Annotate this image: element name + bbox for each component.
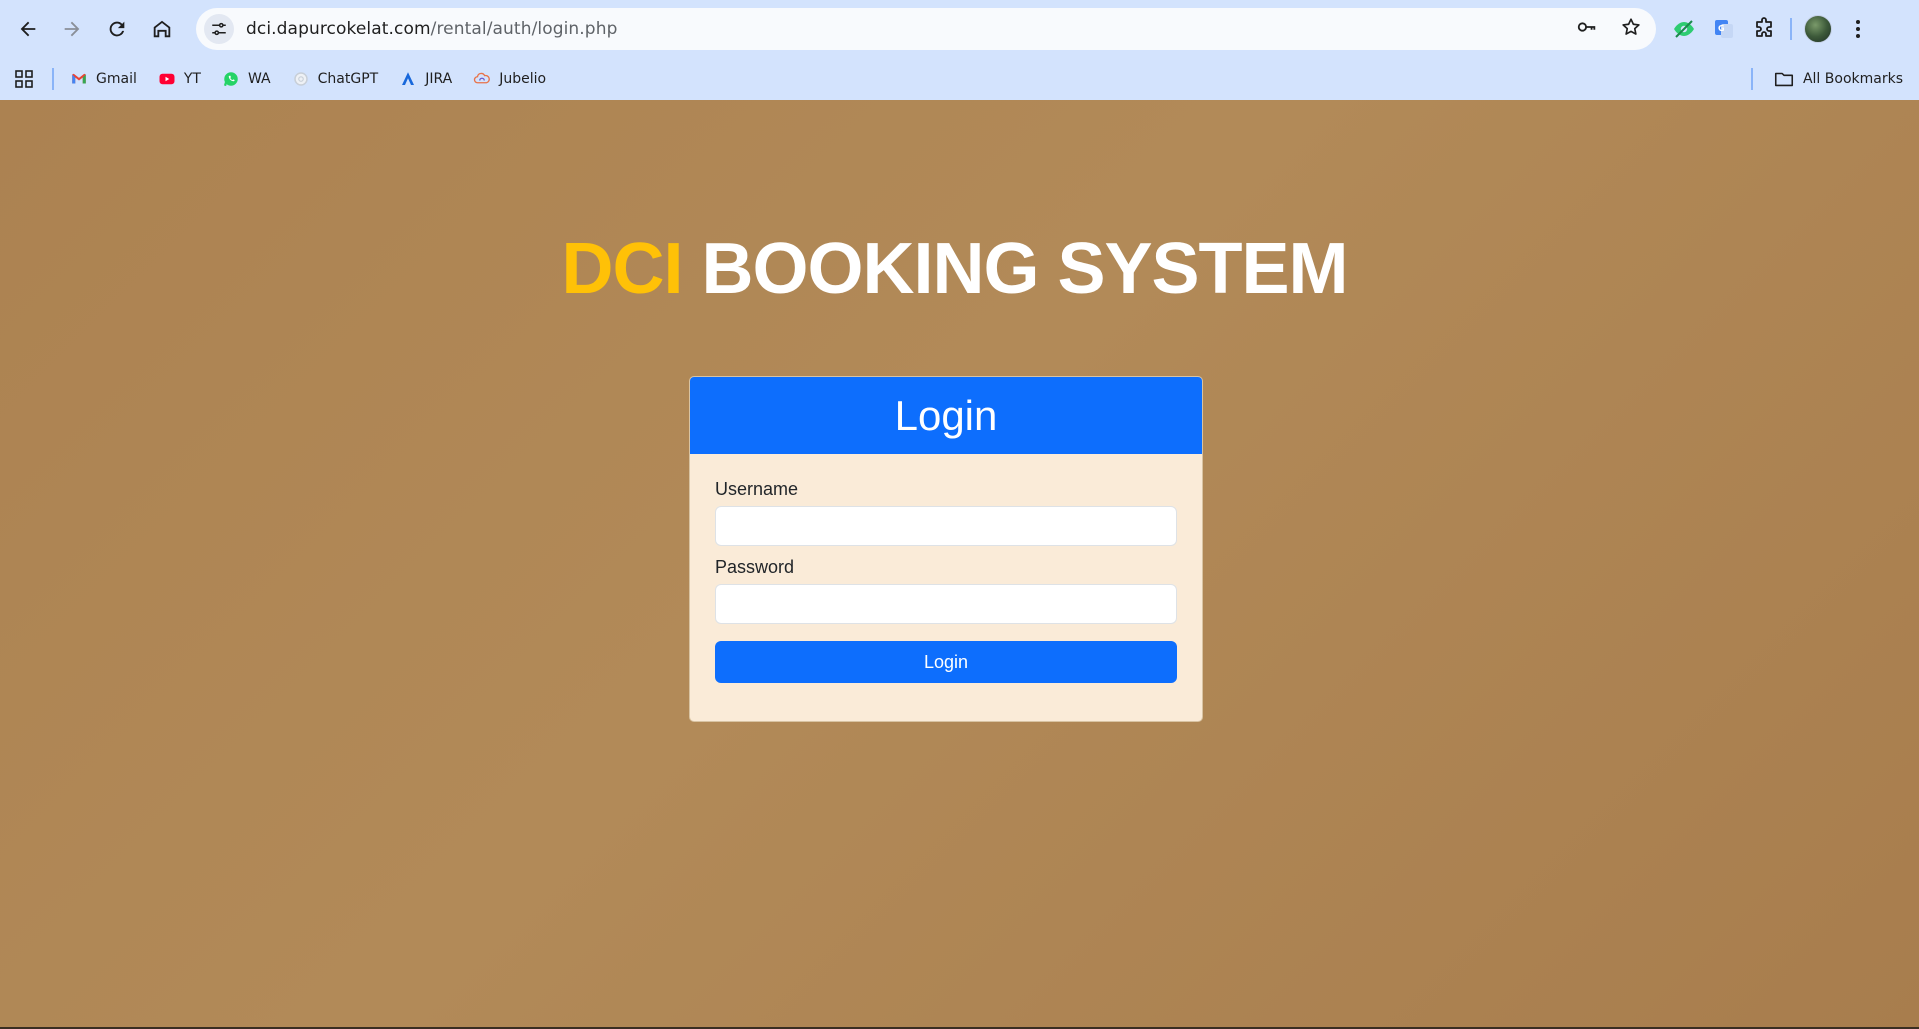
login-button[interactable]: Login [715,641,1177,683]
profile-button[interactable] [1798,9,1838,49]
avatar [1804,15,1832,43]
gmail-icon [72,73,86,84]
forward-button[interactable] [56,13,88,45]
reload-button[interactable] [101,13,133,45]
arrow-right-icon [64,21,80,37]
jira-icon [402,72,415,85]
home-button[interactable] [146,13,178,45]
bookmarks-divider-right [1750,68,1753,90]
bookmark-star-button[interactable] [1620,16,1642,43]
arrow-left-icon [20,21,36,37]
svg-text:G: G [1718,24,1725,33]
address-bar[interactable]: dci.dapurcokelat.com/rental/auth/login.p… [196,8,1656,50]
google-translate-icon: G [1715,20,1733,38]
apps-grid-icon [15,70,33,88]
bookmark-label: YT [183,71,201,87]
home-icon [153,20,171,38]
jubelio-icon [474,72,491,84]
google-translate-button[interactable]: G [1704,9,1744,49]
whatsapp-icon [223,72,238,87]
browser-menu-button[interactable] [1838,9,1878,49]
eye-extension-icon [1674,20,1694,38]
page-title: DCI BOOKING SYSTEM [0,228,1914,310]
password-key-button[interactable] [1576,16,1598,43]
youtube-icon [159,73,175,85]
password-label: Password [715,557,795,577]
apps-button[interactable] [14,69,34,89]
bookmark-label: Jubelio [499,71,547,87]
bookmark-label: ChatGPT [317,71,379,87]
toolbar-divider [1790,18,1792,40]
username-input[interactable] [715,506,1177,546]
all-bookmarks-label: All Bookmarks [1802,71,1903,87]
site-settings-icon [212,22,226,36]
bookmark-jubelio[interactable]: Jubelio [473,70,546,88]
bookmark-label: WA [247,71,271,87]
reload-icon [109,21,125,37]
url-path: /rental/auth/login.php [430,19,618,39]
folder-icon [1774,72,1793,87]
bookmark-label: JIRA [425,71,453,87]
browser-chrome: dci.dapurcokelat.com/rental/auth/login.p… [0,0,1919,100]
password-input[interactable] [715,584,1177,624]
bookmark-chatgpt[interactable]: ChatGPT [292,70,379,88]
extensions-puzzle-button[interactable] [1744,9,1784,49]
bookmarks-divider [52,68,54,90]
bookmark-label: Gmail [96,71,137,87]
url-text[interactable]: dci.dapurcokelat.com/rental/auth/login.p… [246,19,617,39]
site-settings-button[interactable] [204,14,234,44]
title-rest: BOOKING SYSTEM [701,229,1348,309]
password-key-icon [1577,21,1596,32]
title-highlight: DCI [561,229,683,309]
back-button[interactable] [12,13,44,45]
url-host: dci.dapurcokelat.com [246,19,431,39]
extensions-puzzle-icon [1756,17,1772,37]
bookmark-gmail[interactable]: Gmail [70,70,137,88]
bookmark-jira[interactable]: JIRA [399,70,452,88]
kebab-menu-icon [1856,20,1860,38]
browser-toolbar: dci.dapurcokelat.com/rental/auth/login.p… [0,0,1919,58]
bookmark-star-icon [1622,17,1640,35]
chatgpt-icon [293,72,308,86]
bookmark-wa[interactable]: WA [222,70,271,88]
login-card: Login Username Password Login [689,376,1203,722]
bookmark-yt[interactable]: YT [158,70,201,88]
login-form: Username Password Login [690,454,1202,683]
username-label: Username [715,479,799,499]
bookmarks-bar: Gmail YT WA ChatGPT JIRA Jubelio All Boo… [0,58,1919,100]
all-bookmarks-button[interactable]: All Bookmarks [1773,70,1903,88]
eye-extension-button[interactable] [1664,9,1704,49]
extensions-area: G [1664,8,1878,50]
login-card-header: Login [690,377,1202,454]
